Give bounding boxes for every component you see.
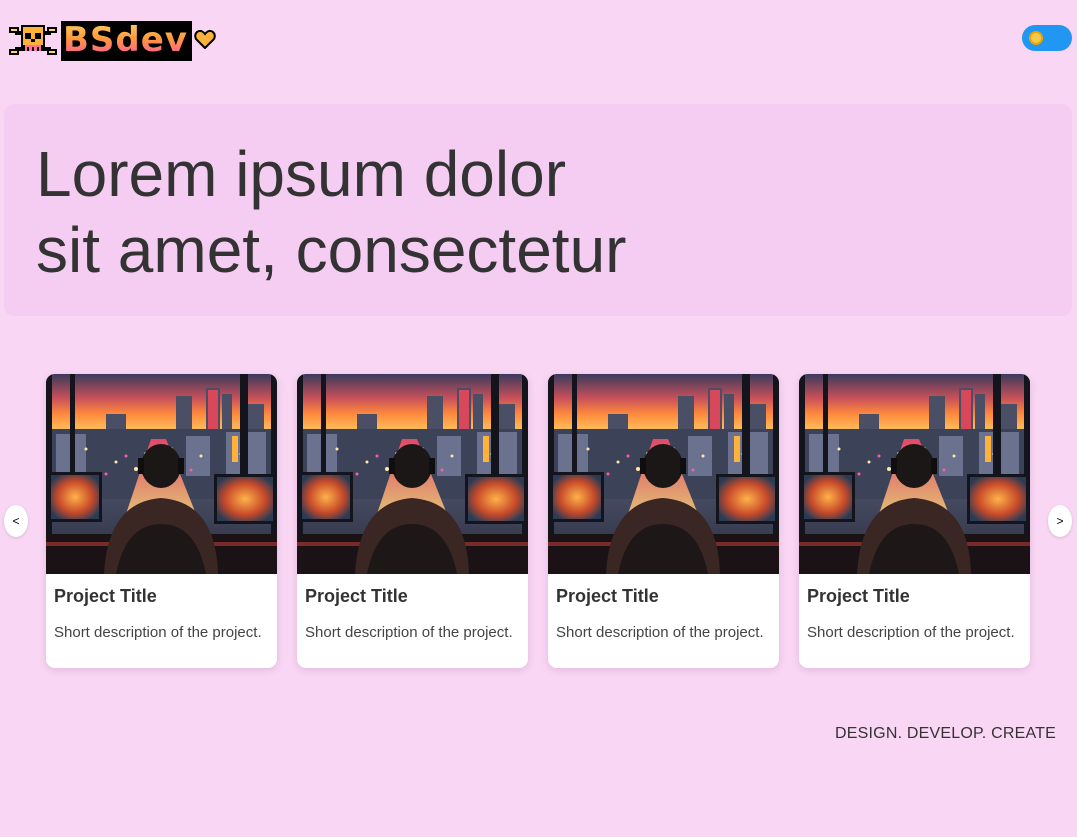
theme-toggle[interactable]: [1022, 25, 1072, 51]
page: BSdev Lorem ipsum dolor sit amet, consec…: [0, 0, 1077, 837]
project-description: Short description of the project.: [556, 624, 764, 641]
hero-title: Lorem ipsum dolor sit amet, consectetur: [36, 136, 736, 288]
project-carousel: < Project Title Short description of the…: [0, 374, 1077, 674]
sun-icon: [1029, 31, 1043, 45]
header: BSdev: [0, 0, 1077, 80]
tagline: DESIGN. DEVELOP. CREATE: [835, 725, 1056, 742]
carousel-prev-button[interactable]: <: [4, 505, 28, 537]
project-image: [46, 374, 277, 574]
project-description: Short description of the project.: [305, 624, 513, 641]
project-card[interactable]: Project Title Short description of the p…: [46, 374, 277, 668]
project-description: Short description of the project.: [807, 624, 1015, 641]
hero-title-line-1: Lorem ipsum dolor: [36, 138, 566, 210]
skull-crossbones-icon: [9, 25, 57, 55]
project-card[interactable]: Project Title Short description of the p…: [799, 374, 1030, 668]
project-title: Project Title: [305, 586, 408, 606]
carousel-next-button[interactable]: >: [1048, 505, 1072, 537]
project-card[interactable]: Project Title Short description of the p…: [548, 374, 779, 668]
hero-title-line-2: sit amet, consectetur: [36, 214, 627, 286]
project-image: [548, 374, 779, 574]
project-title: Project Title: [556, 586, 659, 606]
project-description: Short description of the project.: [54, 624, 262, 641]
project-image: [297, 374, 528, 574]
logo-text: BSdev: [61, 21, 192, 61]
heart-icon: [194, 29, 216, 49]
logo[interactable]: BSdev: [7, 20, 241, 62]
hero-section: Lorem ipsum dolor sit amet, consectetur: [4, 104, 1072, 316]
project-title: Project Title: [807, 586, 910, 606]
project-card[interactable]: Project Title Short description of the p…: [297, 374, 528, 668]
project-image: [799, 374, 1030, 574]
project-title: Project Title: [54, 586, 157, 606]
